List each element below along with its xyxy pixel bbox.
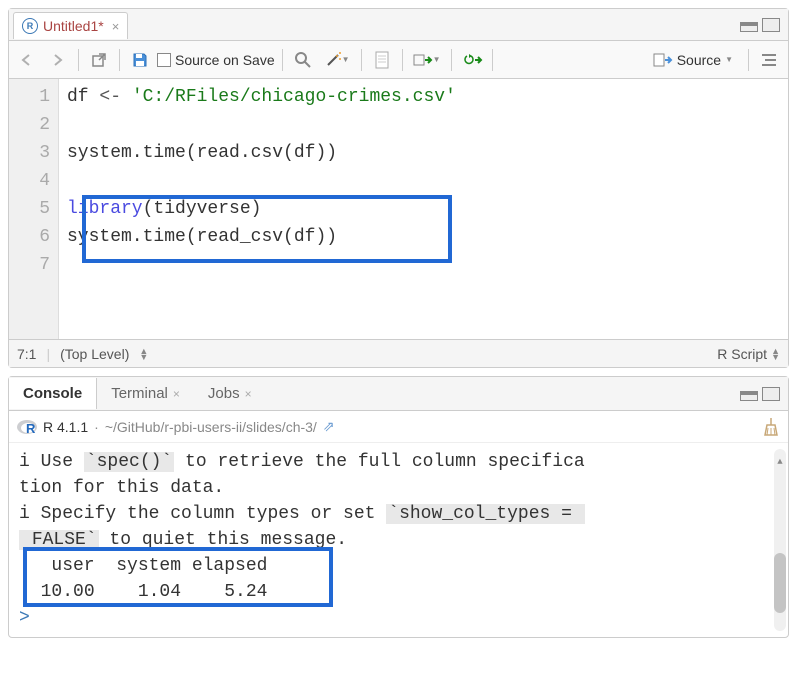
run-button[interactable]: ▼ (410, 47, 444, 73)
save-button[interactable] (127, 47, 153, 73)
wand-icon (324, 51, 342, 69)
svg-text:R: R (26, 421, 36, 436)
editor-tab-untitled1[interactable]: R Untitled1* × (13, 12, 128, 39)
console-output[interactable]: ▲ i Use `spec()` to retrieve the full co… (9, 443, 788, 637)
scope-label[interactable]: (Top Level) (60, 346, 129, 362)
updown-icon[interactable]: ▲▼ (771, 348, 780, 360)
updown-icon[interactable]: ▲▼ (139, 348, 148, 360)
close-icon[interactable]: × (245, 387, 252, 401)
scrollbar-thumb[interactable] (774, 553, 786, 613)
find-replace-button[interactable] (290, 47, 316, 73)
source-editor-pane: R Untitled1* × Source on Save (8, 8, 789, 368)
separator (402, 49, 403, 71)
separator (78, 49, 79, 71)
clear-console-icon[interactable] (762, 417, 780, 437)
console-tab-bar: Console Terminal× Jobs× (9, 377, 788, 411)
minimize-pane-icon[interactable] (740, 22, 758, 32)
scroll-up-icon[interactable]: ▲ (774, 449, 786, 463)
code-editor[interactable]: 1234567 df <- 'C:/RFiles/chicago-crimes.… (9, 79, 788, 339)
source-button[interactable]: Source ▼ (645, 49, 741, 71)
separator (119, 49, 120, 71)
chevron-down-icon: ▼ (433, 55, 441, 64)
back-button[interactable] (15, 47, 41, 73)
console-pane: Console Terminal× Jobs× R R 4.1.1 · ~/Gi… (8, 376, 789, 638)
code-content[interactable]: df <- 'C:/RFiles/chicago-crimes.csv'syst… (59, 79, 788, 339)
separator (748, 49, 749, 71)
run-icon (413, 52, 433, 68)
source-icon (653, 52, 673, 68)
pane-window-controls (740, 387, 788, 401)
close-icon[interactable]: × (173, 387, 180, 401)
source-on-save-label: Source on Save (175, 52, 275, 68)
rerun-button[interactable] (459, 47, 485, 73)
editor-tab-bar: R Untitled1* × (9, 9, 788, 41)
forward-button[interactable] (45, 47, 71, 73)
minimize-pane-icon[interactable] (740, 391, 758, 401)
separator (282, 49, 283, 71)
r-file-icon: R (22, 18, 38, 34)
close-icon[interactable]: × (112, 19, 120, 34)
outline-button[interactable] (756, 47, 782, 73)
save-icon (132, 52, 148, 68)
tab-jobs[interactable]: Jobs× (194, 378, 266, 409)
file-type-label[interactable]: R Script (717, 346, 767, 362)
show-in-new-window-button[interactable] (86, 47, 112, 73)
console-info-bar: R R 4.1.1 · ~/GitHub/r-pbi-users-ii/slid… (9, 411, 788, 443)
maximize-pane-icon[interactable] (762, 387, 780, 401)
source-button-label: Source (677, 52, 721, 68)
separator (492, 49, 493, 71)
maximize-pane-icon[interactable] (762, 18, 780, 32)
editor-status-bar: 7:1 | (Top Level) ▲▼ R Script ▲▼ (9, 339, 788, 367)
pane-window-controls (740, 18, 788, 32)
tab-label: Untitled1* (43, 18, 104, 34)
r-version: R 4.1.1 (43, 419, 88, 435)
tab-terminal[interactable]: Terminal× (97, 378, 194, 409)
path-separator: · (94, 419, 99, 435)
code-tools-button[interactable]: ▼ (320, 47, 354, 73)
editor-toolbar: Source on Save ▼ ▼ Source ▼ (9, 41, 788, 79)
working-directory[interactable]: ~/GitHub/r-pbi-users-ii/slides/ch-3/ (105, 419, 317, 435)
line-gutter: 1234567 (9, 79, 59, 339)
arrow-left-icon (19, 53, 37, 67)
notebook-icon (374, 51, 390, 69)
separator (361, 49, 362, 71)
search-icon (294, 51, 312, 69)
outline-icon (761, 53, 777, 67)
arrow-right-icon (49, 53, 67, 67)
separator (451, 49, 452, 71)
goto-directory-icon[interactable]: ⇗ (323, 418, 335, 435)
rerun-icon (461, 52, 483, 68)
cursor-position: 7:1 (17, 346, 36, 362)
source-on-save-checkbox[interactable] (157, 53, 171, 67)
report-button[interactable] (369, 47, 395, 73)
chevron-down-icon: ▼ (342, 55, 350, 64)
tab-console[interactable]: Console (9, 378, 97, 409)
chevron-down-icon: ▼ (725, 55, 733, 64)
popout-icon (91, 52, 107, 68)
r-logo-icon: R (17, 417, 37, 437)
